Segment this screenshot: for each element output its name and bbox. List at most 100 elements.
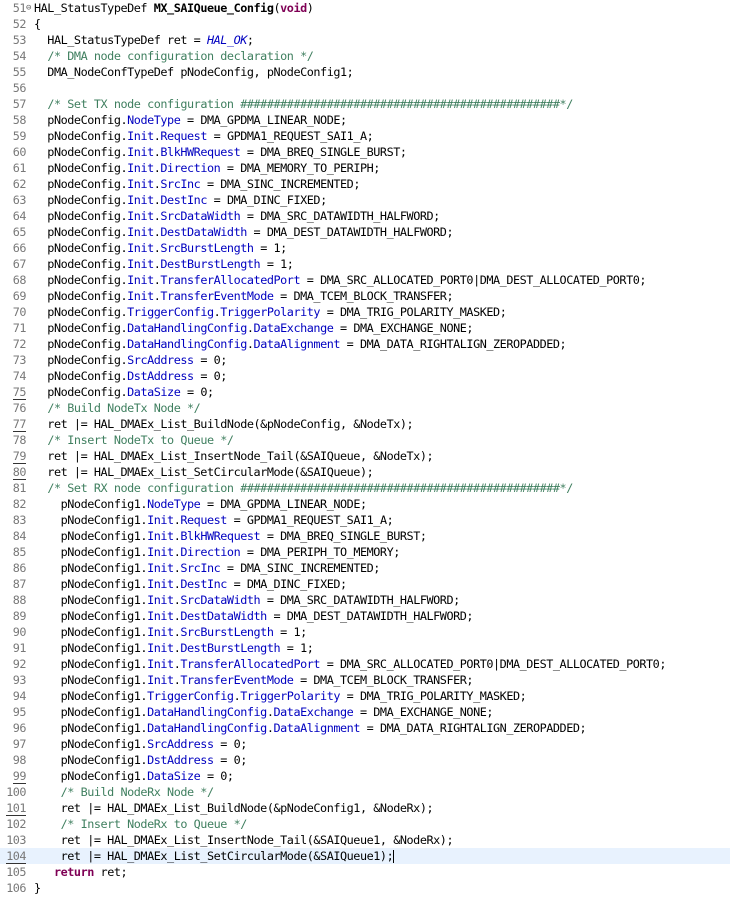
code-line[interactable]: 79 ret |= HAL_DMAEx_List_InsertNode_Tail…: [0, 448, 730, 464]
code-line[interactable]: 61 pNodeConfig.Init.Direction = DMA_MEMO…: [0, 160, 730, 176]
code-line[interactable]: 68 pNodeConfig.Init.TransferAllocatedPor…: [0, 272, 730, 288]
code-line[interactable]: 100 /* Build NodeRx Node */: [0, 784, 730, 800]
code-line[interactable]: 87 pNodeConfig1.Init.DestInc = DMA_DINC_…: [0, 576, 730, 592]
code-line[interactable]: 82 pNodeConfig1.NodeType = DMA_GPDMA_LIN…: [0, 496, 730, 512]
code-line[interactable]: 70 pNodeConfig.TriggerConfig.TriggerPola…: [0, 304, 730, 320]
code-line[interactable]: 57 /* Set TX node configuration ########…: [0, 96, 730, 112]
code-text[interactable]: return ret;: [34, 864, 730, 880]
code-line[interactable]: 72 pNodeConfig.DataHandlingConfig.DataAl…: [0, 336, 730, 352]
code-line[interactable]: 97 pNodeConfig1.SrcAddress = 0;: [0, 736, 730, 752]
code-text[interactable]: pNodeConfig1.NodeType = DMA_GPDMA_LINEAR…: [34, 496, 730, 512]
code-line[interactable]: 105 return ret;: [0, 864, 730, 880]
code-text[interactable]: /* Build NodeTx Node */: [34, 400, 730, 416]
code-line[interactable]: 69 pNodeConfig.Init.TransferEventMode = …: [0, 288, 730, 304]
code-line[interactable]: 91 pNodeConfig1.Init.DestBurstLength = 1…: [0, 640, 730, 656]
code-line[interactable]: 83 pNodeConfig1.Init.Request = GPDMA1_RE…: [0, 512, 730, 528]
code-text[interactable]: pNodeConfig.Init.TransferAllocatedPort =…: [34, 272, 730, 288]
code-line[interactable]: 51 ⊖ HAL_StatusTypeDef MX_SAIQueue_Config(…: [0, 0, 730, 16]
code-text[interactable]: pNodeConfig.DstAddress = 0;: [34, 368, 730, 384]
code-line[interactable]: 99 pNodeConfig1.DataSize = 0;: [0, 768, 730, 784]
code-line[interactable]: 54 /* DMA node configuration declaration…: [0, 48, 730, 64]
code-text[interactable]: ret |= HAL_DMAEx_List_BuildNode(&pNodeCo…: [34, 416, 730, 432]
fold-collapse-icon[interactable]: ⊖: [26, 0, 34, 16]
code-text[interactable]: pNodeConfig1.Init.DestBurstLength = 1;: [34, 640, 730, 656]
code-text[interactable]: HAL_StatusTypeDef MX_SAIQueue_Config(voi…: [34, 0, 730, 16]
code-text[interactable]: pNodeConfig.DataHandlingConfig.DataAlign…: [34, 336, 730, 352]
code-text[interactable]: pNodeConfig.TriggerConfig.TriggerPolarit…: [34, 304, 730, 320]
code-line[interactable]: 94 pNodeConfig1.TriggerConfig.TriggerPol…: [0, 688, 730, 704]
code-text[interactable]: pNodeConfig.Init.SrcDataWidth = DMA_SRC_…: [34, 208, 730, 224]
code-line[interactable]: 93 pNodeConfig1.Init.TransferEventMode =…: [0, 672, 730, 688]
code-text[interactable]: pNodeConfig.Init.SrcInc = DMA_SINC_INCRE…: [34, 176, 730, 192]
code-line[interactable]: 92 pNodeConfig1.Init.TransferAllocatedPo…: [0, 656, 730, 672]
code-line[interactable]: 101 ret |= HAL_DMAEx_List_BuildNode(&pNo…: [0, 800, 730, 816]
code-text[interactable]: /* DMA node configuration declaration */: [34, 48, 730, 64]
code-line[interactable]: 58 pNodeConfig.NodeType = DMA_GPDMA_LINE…: [0, 112, 730, 128]
code-line[interactable]: 56: [0, 80, 730, 96]
code-text[interactable]: pNodeConfig1.DataHandlingConfig.DataAlig…: [34, 720, 730, 736]
code-line[interactable]: 71 pNodeConfig.DataHandlingConfig.DataEx…: [0, 320, 730, 336]
code-text[interactable]: /* Insert NodeTx to Queue */: [34, 432, 730, 448]
code-text[interactable]: pNodeConfig.DataSize = 0;: [34, 384, 730, 400]
code-text[interactable]: pNodeConfig.Init.DestInc = DMA_DINC_FIXE…: [34, 192, 730, 208]
code-line[interactable]: 103 ret |= HAL_DMAEx_List_InsertNode_Tai…: [0, 832, 730, 848]
code-line[interactable]: 81 /* Set RX node configuration ########…: [0, 480, 730, 496]
code-text[interactable]: pNodeConfig1.Init.Direction = DMA_PERIPH…: [34, 544, 730, 560]
code-text[interactable]: pNodeConfig.Init.TransferEventMode = DMA…: [34, 288, 730, 304]
code-line[interactable]: 84 pNodeConfig1.Init.BlkHWRequest = DMA_…: [0, 528, 730, 544]
code-text[interactable]: ret |= HAL_DMAEx_List_SetCircularMode(&S…: [34, 464, 730, 480]
code-line[interactable]: 64 pNodeConfig.Init.SrcDataWidth = DMA_S…: [0, 208, 730, 224]
code-text[interactable]: pNodeConfig.Init.DestDataWidth = DMA_DES…: [34, 224, 730, 240]
code-text[interactable]: pNodeConfig1.Init.SrcBurstLength = 1;: [34, 624, 730, 640]
code-text[interactable]: pNodeConfig.Init.Direction = DMA_MEMORY_…: [34, 160, 730, 176]
code-line[interactable]: 67 pNodeConfig.Init.DestBurstLength = 1;: [0, 256, 730, 272]
code-text[interactable]: }: [34, 880, 730, 896]
code-line[interactable]: 106}: [0, 880, 730, 896]
code-line[interactable]: 62 pNodeConfig.Init.SrcInc = DMA_SINC_IN…: [0, 176, 730, 192]
code-line[interactable]: 76 /* Build NodeTx Node */: [0, 400, 730, 416]
code-text[interactable]: pNodeConfig1.Init.TransferEventMode = DM…: [34, 672, 730, 688]
code-text[interactable]: pNodeConfig1.Init.Request = GPDMA1_REQUE…: [34, 512, 730, 528]
code-text[interactable]: pNodeConfig1.Init.BlkHWRequest = DMA_BRE…: [34, 528, 730, 544]
code-text[interactable]: pNodeConfig1.SrcAddress = 0;: [34, 736, 730, 752]
code-line[interactable]: 85 pNodeConfig1.Init.Direction = DMA_PER…: [0, 544, 730, 560]
code-text[interactable]: pNodeConfig1.Init.SrcInc = DMA_SINC_INCR…: [34, 560, 730, 576]
code-text[interactable]: /* Set TX node configuration ###########…: [34, 96, 730, 112]
code-text[interactable]: pNodeConfig.Init.DestBurstLength = 1;: [34, 256, 730, 272]
code-text[interactable]: ret |= HAL_DMAEx_List_InsertNode_Tail(&S…: [34, 448, 730, 464]
code-text[interactable]: pNodeConfig1.Init.SrcDataWidth = DMA_SRC…: [34, 592, 730, 608]
code-text[interactable]: pNodeConfig1.Init.TransferAllocatedPort …: [34, 656, 730, 672]
code-line[interactable]: 63 pNodeConfig.Init.DestInc = DMA_DINC_F…: [0, 192, 730, 208]
code-line[interactable]: 73 pNodeConfig.SrcAddress = 0;: [0, 352, 730, 368]
code-text[interactable]: pNodeConfig.Init.Request = GPDMA1_REQUES…: [34, 128, 730, 144]
code-text[interactable]: ret |= HAL_DMAEx_List_BuildNode(&pNodeCo…: [34, 800, 730, 816]
code-text[interactable]: DMA_NodeConfTypeDef pNodeConfig, pNodeCo…: [34, 64, 730, 80]
code-text[interactable]: pNodeConfig1.Init.DestDataWidth = DMA_DE…: [34, 608, 730, 624]
code-text[interactable]: pNodeConfig1.DataSize = 0;: [34, 768, 730, 784]
code-text[interactable]: [34, 80, 730, 96]
code-text[interactable]: pNodeConfig.DataHandlingConfig.DataExcha…: [34, 320, 730, 336]
code-line[interactable]: 104 ret |= HAL_DMAEx_List_SetCircularMod…: [0, 848, 730, 864]
code-text[interactable]: /* Insert NodeRx to Queue */: [34, 816, 730, 832]
code-text[interactable]: ret |= HAL_DMAEx_List_InsertNode_Tail(&S…: [34, 832, 730, 848]
code-line[interactable]: 80 ret |= HAL_DMAEx_List_SetCircularMode…: [0, 464, 730, 480]
code-line[interactable]: 89 pNodeConfig1.Init.DestDataWidth = DMA…: [0, 608, 730, 624]
code-text[interactable]: pNodeConfig.Init.BlkHWRequest = DMA_BREQ…: [34, 144, 730, 160]
code-text[interactable]: {: [34, 16, 730, 32]
code-line[interactable]: 90 pNodeConfig1.Init.SrcBurstLength = 1;: [0, 624, 730, 640]
code-text[interactable]: HAL_StatusTypeDef ret = HAL_OK;: [34, 32, 730, 48]
code-text[interactable]: pNodeConfig1.TriggerConfig.TriggerPolari…: [34, 688, 730, 704]
code-line[interactable]: 74 pNodeConfig.DstAddress = 0;: [0, 368, 730, 384]
code-line[interactable]: 88 pNodeConfig1.Init.SrcDataWidth = DMA_…: [0, 592, 730, 608]
code-text[interactable]: pNodeConfig.Init.SrcBurstLength = 1;: [34, 240, 730, 256]
code-line[interactable]: 75 pNodeConfig.DataSize = 0;: [0, 384, 730, 400]
code-line[interactable]: 55 DMA_NodeConfTypeDef pNodeConfig, pNod…: [0, 64, 730, 80]
code-line[interactable]: 60 pNodeConfig.Init.BlkHWRequest = DMA_B…: [0, 144, 730, 160]
code-line[interactable]: 77 ret |= HAL_DMAEx_List_BuildNode(&pNod…: [0, 416, 730, 432]
code-text[interactable]: pNodeConfig1.DataHandlingConfig.DataExch…: [34, 704, 730, 720]
code-text[interactable]: pNodeConfig1.Init.DestInc = DMA_DINC_FIX…: [34, 576, 730, 592]
code-line[interactable]: 98 pNodeConfig1.DstAddress = 0;: [0, 752, 730, 768]
code-text[interactable]: /* Set RX node configuration ###########…: [34, 480, 730, 496]
code-text[interactable]: pNodeConfig1.DstAddress = 0;: [34, 752, 730, 768]
code-line[interactable]: 102 /* Insert NodeRx to Queue */: [0, 816, 730, 832]
